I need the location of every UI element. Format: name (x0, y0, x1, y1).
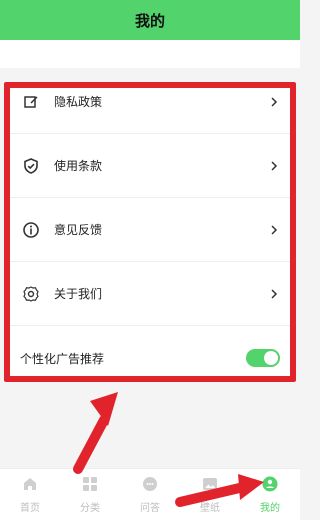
nav-home[interactable]: 首页 (0, 469, 60, 520)
annotation-arrow-up (73, 415, 109, 474)
gear-icon (20, 283, 42, 305)
profile-icon (261, 475, 279, 497)
menu-item-label: 使用条款 (54, 159, 103, 173)
top-bar: 我的 (0, 0, 300, 40)
chat-icon (141, 475, 159, 497)
feedback-row[interactable]: 意见反馈 (4, 198, 296, 262)
annotation-arrowhead-up (90, 392, 118, 426)
nav-label: 分类 (80, 503, 100, 514)
home-icon (21, 475, 39, 497)
nav-label: 首页 (20, 503, 40, 514)
toggle-label: 个性化广告推荐 (20, 351, 105, 366)
info-icon (20, 219, 42, 241)
header-strip (0, 40, 300, 68)
grid-icon (81, 475, 99, 497)
personalized-ads-row: 个性化广告推荐 (4, 326, 296, 390)
edit-icon (20, 91, 42, 113)
chevron-right-icon (268, 96, 280, 108)
menu-item-label: 关于我们 (54, 287, 103, 301)
about-us-row[interactable]: 关于我们 (4, 262, 296, 326)
chevron-right-icon (268, 288, 280, 300)
nav-label: 壁纸 (200, 503, 220, 514)
menu-item-label: 隐私政策 (54, 95, 103, 109)
shield-check-icon (20, 155, 42, 177)
toggle-knob (264, 351, 278, 365)
chevron-right-icon (268, 160, 280, 172)
nav-me[interactable]: 我的 (240, 469, 300, 520)
chevron-right-icon (268, 224, 280, 236)
settings-list: 隐私政策 使用条款 意见反馈 关于我们 个性化广告推荐 (4, 82, 296, 382)
personalized-ads-toggle[interactable] (246, 349, 280, 367)
terms-of-use-row[interactable]: 使用条款 (4, 134, 296, 198)
nav-category[interactable]: 分类 (60, 469, 120, 520)
page-title: 我的 (134, 11, 165, 30)
nav-label: 我的 (260, 503, 280, 514)
image-icon (201, 475, 219, 497)
privacy-policy-row[interactable]: 隐私政策 (4, 70, 296, 134)
menu-item-label: 意见反馈 (54, 223, 103, 237)
nav-wallpaper[interactable]: 壁纸 (180, 469, 240, 520)
bottom-navigation: 首页 分类 问答 壁纸 我的 (0, 468, 300, 520)
nav-qa[interactable]: 问答 (120, 469, 180, 520)
nav-label: 问答 (140, 503, 160, 514)
